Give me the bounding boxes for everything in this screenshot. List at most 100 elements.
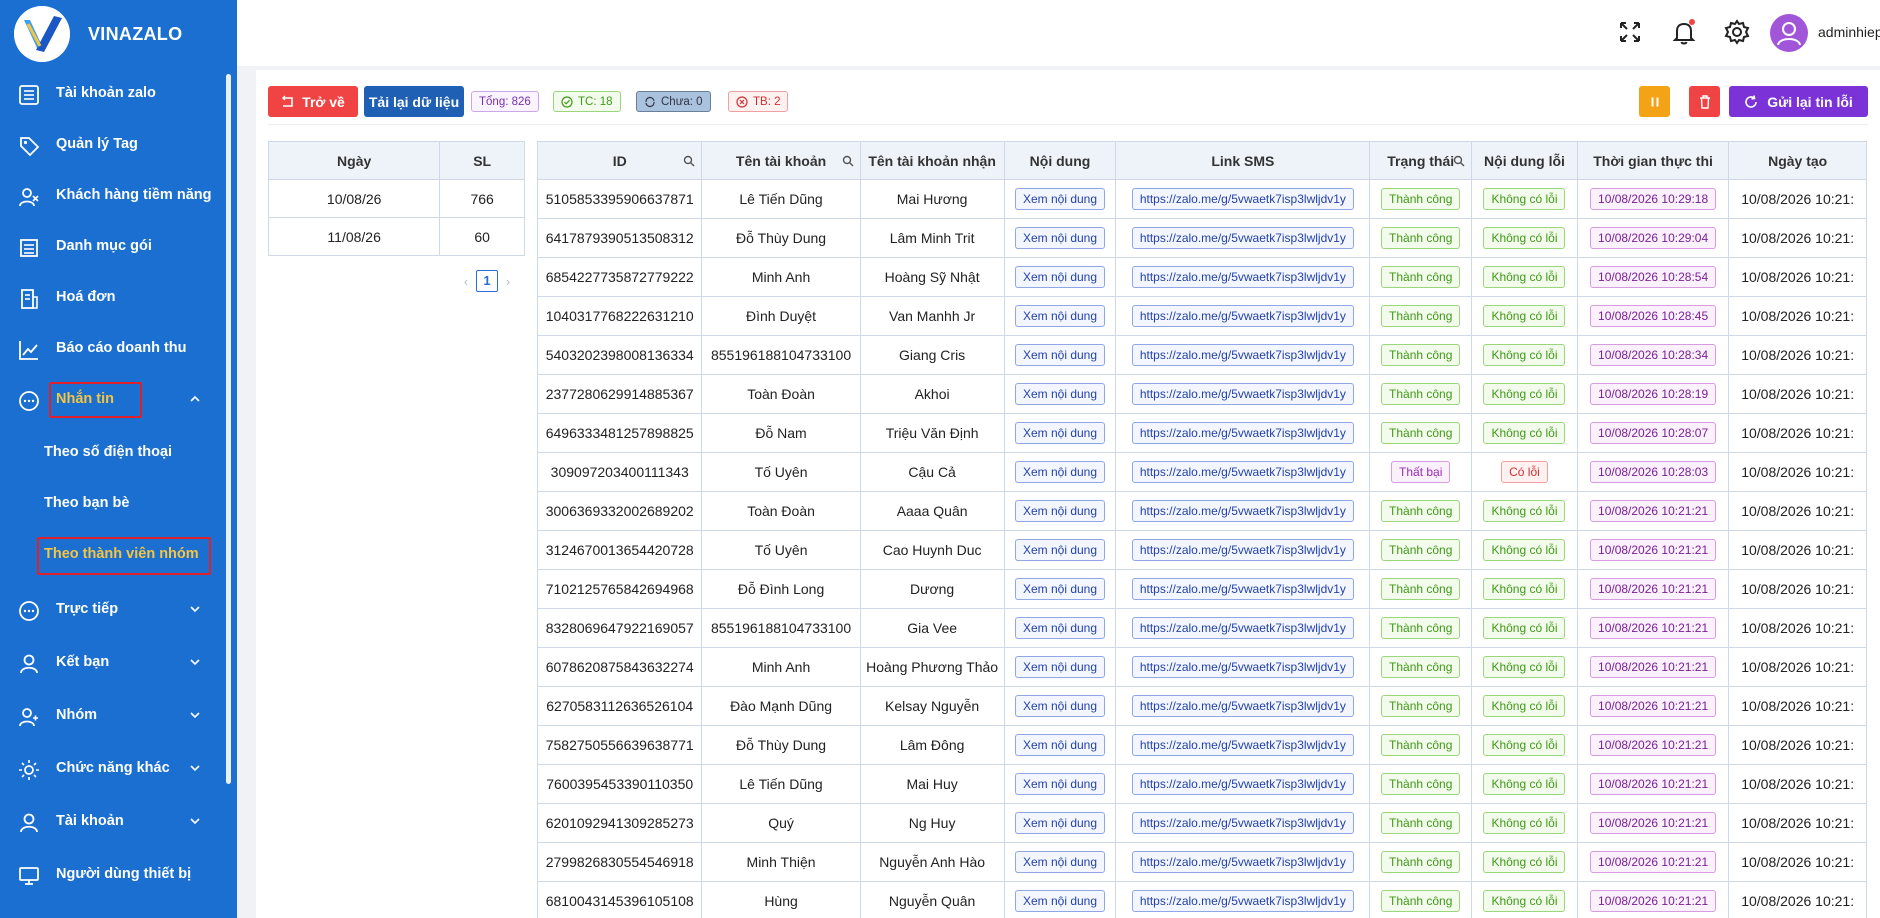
table-row[interactable]: 6270583112636526104 Đào Mạnh Dũng Kelsay N… [537, 686, 1867, 726]
sms-link[interactable]: https://zalo.me/g/5vwaetk7isp3lwljdv1y [1131, 461, 1354, 483]
sidebar-item-ket-ban[interactable]: Kết bạn [0, 642, 227, 684]
header-execution-time[interactable]: Thời gian thực thi [1576, 141, 1730, 180]
table-row[interactable]: 7600395453390110350 Lê Tiến Dũng Mai Huy Xe… [537, 764, 1867, 804]
summary-row[interactable]: 10/08/26 766 [267, 179, 525, 218]
table-row[interactable]: 1040317768222631210 Đình Duyệt Van Manhh J… [537, 296, 1867, 336]
search-icon[interactable] [1453, 155, 1465, 167]
back-button[interactable]: Trở về [268, 86, 358, 117]
view-content-button[interactable]: Xem nội dung [1014, 617, 1106, 639]
view-content-button[interactable]: Xem nội dung [1014, 695, 1106, 717]
sms-link[interactable]: https://zalo.me/g/5vwaetk7isp3lwljdv1y [1131, 383, 1354, 405]
sms-link[interactable]: https://zalo.me/g/5vwaetk7isp3lwljdv1y [1131, 266, 1354, 288]
sidebar-item-hoa-don[interactable]: Hoá đơn [0, 277, 227, 319]
table-row[interactable]: 7582750556639638771 Đỗ Thùy Dung Lâm Đông X… [537, 725, 1867, 765]
table-row[interactable]: 2799826830554546918 Minh Thiện Nguyễn Anh … [537, 842, 1867, 882]
gear-icon[interactable] [1723, 18, 1751, 46]
view-content-button[interactable]: Xem nội dung [1014, 773, 1106, 795]
header-status[interactable]: Trạng thái [1369, 141, 1473, 180]
view-content-button[interactable]: Xem nội dung [1014, 812, 1106, 834]
page-number[interactable]: 1 [476, 270, 498, 292]
header-link-sms[interactable]: Link SMS [1115, 141, 1371, 180]
fullscreen-icon[interactable] [1616, 18, 1644, 46]
sidebar-item-chuc-nang-khac[interactable]: Chức năng khác [0, 748, 227, 790]
sidebar-item-nguoi-dung-thiet-bi[interactable]: Người dùng thiết bị [0, 854, 227, 896]
header-account-name[interactable]: Tên tài khoản [701, 141, 861, 180]
pause-button[interactable] [1639, 86, 1670, 117]
table-row[interactable]: 6417879390513508312 Đỗ Thùy Dung Lâm Minh … [537, 218, 1867, 258]
table-row[interactable]: 7102125765842694968 Đỗ Đình Long Dương Xem … [537, 569, 1867, 609]
sms-link[interactable]: https://zalo.me/g/5vwaetk7isp3lwljdv1y [1131, 851, 1354, 873]
sidebar-item-tai-khoan[interactable]: Tài khoản [0, 801, 227, 843]
view-content-button[interactable]: Xem nội dung [1014, 227, 1106, 249]
header-content[interactable]: Nội dung [1003, 141, 1117, 180]
header-receiver-name[interactable]: Tên tài khoản nhận [859, 141, 1005, 180]
view-content-button[interactable]: Xem nội dung [1014, 344, 1106, 366]
view-content-button[interactable]: Xem nội dung [1014, 539, 1106, 561]
view-content-button[interactable]: Xem nội dung [1014, 266, 1106, 288]
table-row[interactable]: 3124670013654420728 Tố Uyên Cao Huynh Duc X… [537, 530, 1867, 570]
sms-link[interactable]: https://zalo.me/g/5vwaetk7isp3lwljdv1y [1131, 227, 1354, 249]
sidebar-item-quan-ly-tag[interactable]: Quản lý Tag [0, 124, 227, 166]
search-icon[interactable] [683, 155, 695, 167]
sidebar-item-khach-hang-tiem-nang[interactable]: Khách hàng tiềm năng [0, 175, 227, 217]
table-row[interactable]: 8328069647922169057 855196188104733100 Gia… [537, 608, 1867, 648]
table-row[interactable]: 6496333481257898825 Đỗ Nam Triệu Văn Định X… [537, 413, 1867, 453]
table-row[interactable]: 6201092941309285273 Quý Ng Huy Xem nội dung… [537, 803, 1867, 843]
sms-link[interactable]: https://zalo.me/g/5vwaetk7isp3lwljdv1y [1131, 344, 1354, 366]
header-created-date[interactable]: Ngày tạo [1728, 141, 1867, 180]
sms-link[interactable]: https://zalo.me/g/5vwaetk7isp3lwljdv1y [1131, 500, 1354, 522]
view-content-button[interactable]: Xem nội dung [1014, 578, 1106, 600]
sidebar-item-nhom[interactable]: Nhóm [0, 695, 227, 737]
bell-icon[interactable] [1670, 18, 1698, 46]
sms-link[interactable]: https://zalo.me/g/5vwaetk7isp3lwljdv1y [1131, 656, 1354, 678]
sms-link[interactable]: https://zalo.me/g/5vwaetk7isp3lwljdv1y [1131, 539, 1354, 561]
delete-button[interactable] [1689, 86, 1720, 117]
sms-link[interactable]: https://zalo.me/g/5vwaetk7isp3lwljdv1y [1131, 578, 1354, 600]
header-error-content[interactable]: Nội dung lỗi [1471, 141, 1578, 180]
table-row[interactable]: 6078620875843632274 Minh Anh Hoàng Phương … [537, 647, 1867, 687]
sms-link[interactable]: https://zalo.me/g/5vwaetk7isp3lwljdv1y [1131, 773, 1354, 795]
table-row[interactable]: 309097203400111343 Tố Uyên Cậu Cả Xem nội d… [537, 452, 1867, 492]
view-content-button[interactable]: Xem nội dung [1014, 734, 1106, 756]
sms-link[interactable]: https://zalo.me/g/5vwaetk7isp3lwljdv1y [1131, 188, 1354, 210]
summary-header-count[interactable]: SL [439, 141, 525, 180]
chevron-right-icon[interactable]: › [498, 274, 518, 289]
sidebar-item-tai-khoan-zalo[interactable]: Tài khoản zalo [0, 73, 227, 115]
summary-row[interactable]: 11/08/26 60 [267, 217, 525, 256]
search-icon[interactable] [842, 155, 854, 167]
table-row[interactable]: 5403202398008136334 855196188104733100 Gia… [537, 335, 1867, 375]
view-content-button[interactable]: Xem nội dung [1014, 851, 1106, 873]
table-row[interactable]: 6854227735872779222 Minh Anh Hoàng Sỹ Nhật… [537, 257, 1867, 297]
table-row[interactable]: 6810043145396105108 Hùng Nguyễn Quân Xem nộ… [537, 881, 1867, 918]
username[interactable]: adminhiep [1818, 24, 1880, 40]
sms-link[interactable]: https://zalo.me/g/5vwaetk7isp3lwljdv1y [1131, 422, 1354, 444]
reload-data-button[interactable]: Tải lại dữ liệu [364, 86, 464, 117]
view-content-button[interactable]: Xem nội dung [1014, 461, 1106, 483]
table-row[interactable]: 5105853395906637871 Lê Tiến Dũng Mai Hương… [537, 179, 1867, 219]
sms-link[interactable]: https://zalo.me/g/5vwaetk7isp3lwljdv1y [1131, 617, 1354, 639]
view-content-button[interactable]: Xem nội dung [1014, 500, 1106, 522]
brand[interactable]: VINAZALO [14, 6, 182, 62]
chevron-left-icon[interactable]: ‹ [456, 274, 476, 289]
sms-link[interactable]: https://zalo.me/g/5vwaetk7isp3lwljdv1y [1131, 812, 1354, 834]
sms-link[interactable]: https://zalo.me/g/5vwaetk7isp3lwljdv1y [1131, 695, 1354, 717]
view-content-button[interactable]: Xem nội dung [1014, 890, 1106, 912]
view-content-button[interactable]: Xem nội dung [1014, 656, 1106, 678]
table-row[interactable]: 2377280629914885367 Toàn Đoàn Akhoi Xem nội… [537, 374, 1867, 414]
sidebar-item-truc-tiep[interactable]: Trực tiếp [0, 589, 227, 631]
sidebar-item-danh-muc-goi[interactable]: Danh mục gói [0, 226, 227, 268]
sms-link[interactable]: https://zalo.me/g/5vwaetk7isp3lwljdv1y [1131, 734, 1354, 756]
submenu-theo-ban-be[interactable]: Theo bạn bè [0, 484, 227, 524]
view-content-button[interactable]: Xem nội dung [1014, 305, 1106, 327]
avatar[interactable] [1770, 14, 1808, 52]
submenu-theo-so-dien-thoai[interactable]: Theo số điện thoại [0, 433, 227, 473]
resend-failed-button[interactable]: Gửi lại tin lỗi [1729, 86, 1868, 117]
sidebar-item-bao-cao-doanh-thu[interactable]: Báo cáo doanh thu [0, 328, 227, 370]
sms-link[interactable]: https://zalo.me/g/5vwaetk7isp3lwljdv1y [1131, 890, 1354, 912]
sms-link[interactable]: https://zalo.me/g/5vwaetk7isp3lwljdv1y [1131, 305, 1354, 327]
summary-header-date[interactable]: Ngày [267, 141, 441, 180]
messages-table-container[interactable]: ID Tên tài khoản Tên tài khoản nhận Nội … [537, 141, 1867, 918]
table-row[interactable]: 3006369332002689202 Toàn Đoàn Aaaa Quân Xem… [537, 491, 1867, 531]
view-content-button[interactable]: Xem nội dung [1014, 188, 1106, 210]
view-content-button[interactable]: Xem nội dung [1014, 383, 1106, 405]
